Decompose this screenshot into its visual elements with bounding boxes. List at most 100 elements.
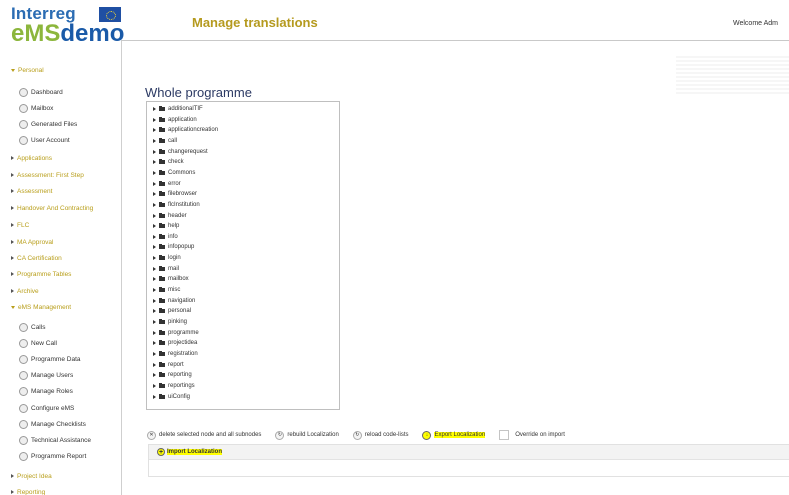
expand-arrow-icon[interactable] <box>153 277 156 282</box>
collapsed-arrow-icon <box>11 173 14 178</box>
expand-arrow-icon[interactable] <box>153 224 156 229</box>
expand-arrow-icon[interactable] <box>153 394 156 399</box>
tree-node[interactable]: error <box>153 180 181 187</box>
sidebar-item-calls[interactable]: Calls <box>19 323 45 332</box>
sidebar-section-flc[interactable]: FLC <box>11 222 29 229</box>
expand-arrow-icon[interactable] <box>153 298 156 303</box>
expand-arrow-icon[interactable] <box>153 288 156 293</box>
sidebar-section-programme-tables[interactable]: Programme Tables <box>11 271 71 278</box>
expand-arrow-icon[interactable] <box>153 351 156 356</box>
checkbox-icon[interactable] <box>499 430 510 440</box>
sidebar-section-ca-certification[interactable]: CA Certification <box>11 255 62 262</box>
sidebar-item-manage-checklists[interactable]: Manage Checklists <box>19 420 86 429</box>
sidebar-item-manage-roles[interactable]: Manage Roles <box>19 387 73 396</box>
welcome-user-text[interactable]: Welcome Adm <box>733 20 778 27</box>
sidebar-section-ma-approval[interactable]: MA Approval <box>11 239 54 246</box>
sidebar-item-user-account[interactable]: User Account <box>19 136 70 145</box>
sidebar-section-personal[interactable]: Personal <box>11 67 44 74</box>
sidebar-section-project-idea[interactable]: Project Idea <box>11 473 52 480</box>
sidebar-section-archive[interactable]: Archive <box>11 288 39 295</box>
expand-arrow-icon[interactable] <box>153 213 156 218</box>
sidebar-section-applications[interactable]: Applications <box>11 155 52 162</box>
tree-node[interactable]: uiConfig <box>153 393 190 400</box>
tree-node[interactable]: changerequest <box>153 148 208 155</box>
logo-ems-demo-text: eMSdemo <box>11 20 125 47</box>
expand-arrow-icon[interactable] <box>153 192 156 197</box>
tree-node[interactable]: Commons <box>153 169 195 176</box>
tree-node[interactable]: programme <box>153 329 199 336</box>
sidebar-section-ems-management[interactable]: eMS Management <box>11 304 71 311</box>
reload-code-lists-button[interactable]: ↻ reload code-lists <box>352 430 408 440</box>
tree-node[interactable]: registration <box>153 350 198 357</box>
expand-arrow-icon[interactable] <box>153 202 156 207</box>
tree-node[interactable]: navigation <box>153 297 195 304</box>
expand-arrow-icon[interactable] <box>153 138 156 143</box>
translation-tree[interactable]: additionalTIF application applicationcreat… <box>146 101 340 410</box>
expand-arrow-icon[interactable] <box>153 320 156 324</box>
sidebar-section-assessment[interactable]: Assessment <box>11 188 52 195</box>
tree-node-label: pinking <box>168 319 188 325</box>
expand-arrow-icon[interactable] <box>153 266 156 271</box>
expand-arrow-icon[interactable] <box>153 128 156 133</box>
sidebar-section-reporting[interactable]: Reporting <box>11 489 45 495</box>
sidebar-section-assessment-first-step[interactable]: Assessment: First Step <box>11 172 84 179</box>
folder-icon <box>159 265 165 271</box>
expand-arrow-icon[interactable] <box>153 362 156 367</box>
expand-arrow-icon[interactable] <box>153 234 156 239</box>
sidebar-item-technical-assistance[interactable]: Technical Assistance <box>19 436 91 445</box>
sidebar-item-programme-report[interactable]: Programme Report <box>19 452 86 461</box>
tree-node[interactable]: report <box>153 361 184 368</box>
folder-icon <box>159 159 165 165</box>
tree-node[interactable]: reportings <box>153 382 195 389</box>
expand-arrow-icon[interactable] <box>153 160 156 165</box>
expand-arrow-icon[interactable] <box>153 117 156 122</box>
tree-node[interactable]: header <box>153 212 187 219</box>
expand-arrow-icon[interactable] <box>153 341 156 346</box>
expand-arrow-icon[interactable] <box>153 383 156 388</box>
tree-node[interactable]: login <box>153 255 181 261</box>
import-localization-button[interactable]: + Import Localization <box>157 448 223 456</box>
sidebar-item-new-call[interactable]: New Call <box>19 339 57 348</box>
override-on-import-checkbox[interactable]: Override on import <box>499 430 565 440</box>
users-icon <box>19 371 28 380</box>
tree-node[interactable]: personal <box>153 308 191 314</box>
sidebar-item-configure-ems[interactable]: Configure eMS <box>19 404 74 413</box>
expand-arrow-icon[interactable] <box>153 309 156 314</box>
sidebar-item-manage-users[interactable]: Manage Users <box>19 371 73 380</box>
tree-node[interactable]: applicationcreation <box>153 127 218 133</box>
rebuild-localization-button[interactable]: ↻ rebuild Localization <box>275 430 339 440</box>
tree-node[interactable]: additionalTIF <box>153 106 203 112</box>
expand-arrow-icon[interactable] <box>153 149 156 154</box>
tree-node[interactable]: infopopup <box>153 244 194 250</box>
sidebar-section-handover-and-contracting[interactable]: Handover And Contracting <box>11 205 93 212</box>
sidebar-item-dashboard[interactable]: Dashboard <box>19 88 63 97</box>
expand-arrow-icon[interactable] <box>153 256 156 261</box>
tree-node[interactable]: check <box>153 159 184 165</box>
app-root: Interreg eMSdemo Manage translations Wel… <box>0 0 789 495</box>
tree-node[interactable]: mailbox <box>153 276 189 282</box>
export-localization-button[interactable]: ↓ Export Localization <box>422 430 486 440</box>
delete-node-button[interactable]: ✕ delete selected node and all subnodes <box>147 430 261 440</box>
expand-arrow-icon[interactable] <box>153 107 156 111</box>
tree-node[interactable]: pinking <box>153 319 187 325</box>
tree-node[interactable]: info <box>153 233 178 240</box>
tree-node-label: infopopup <box>168 244 195 251</box>
expand-arrow-icon[interactable] <box>153 330 156 335</box>
tree-node[interactable]: filebrowser <box>153 191 197 197</box>
sidebar-item-programme-data[interactable]: Programme Data <box>19 355 81 364</box>
tree-node[interactable]: reporting <box>153 372 192 378</box>
expand-arrow-icon[interactable] <box>153 373 156 378</box>
tree-node[interactable]: flcInstitution <box>153 201 200 208</box>
tree-node[interactable]: help <box>153 223 179 229</box>
tree-node[interactable]: misc <box>153 287 180 293</box>
tree-node[interactable]: call <box>153 137 177 144</box>
sidebar-item-generated-files[interactable]: Generated Files <box>19 120 77 129</box>
sidebar-item-mailbox[interactable]: Mailbox <box>19 104 53 113</box>
tree-node[interactable]: projectidea <box>153 340 197 346</box>
expand-arrow-icon[interactable] <box>153 170 156 175</box>
interreg-ems-logo[interactable]: Interreg eMSdemo <box>11 4 126 48</box>
tree-node[interactable]: application <box>153 116 197 123</box>
tree-node[interactable]: mail <box>153 265 179 272</box>
expand-arrow-icon[interactable] <box>153 181 156 186</box>
expand-arrow-icon[interactable] <box>153 245 156 250</box>
